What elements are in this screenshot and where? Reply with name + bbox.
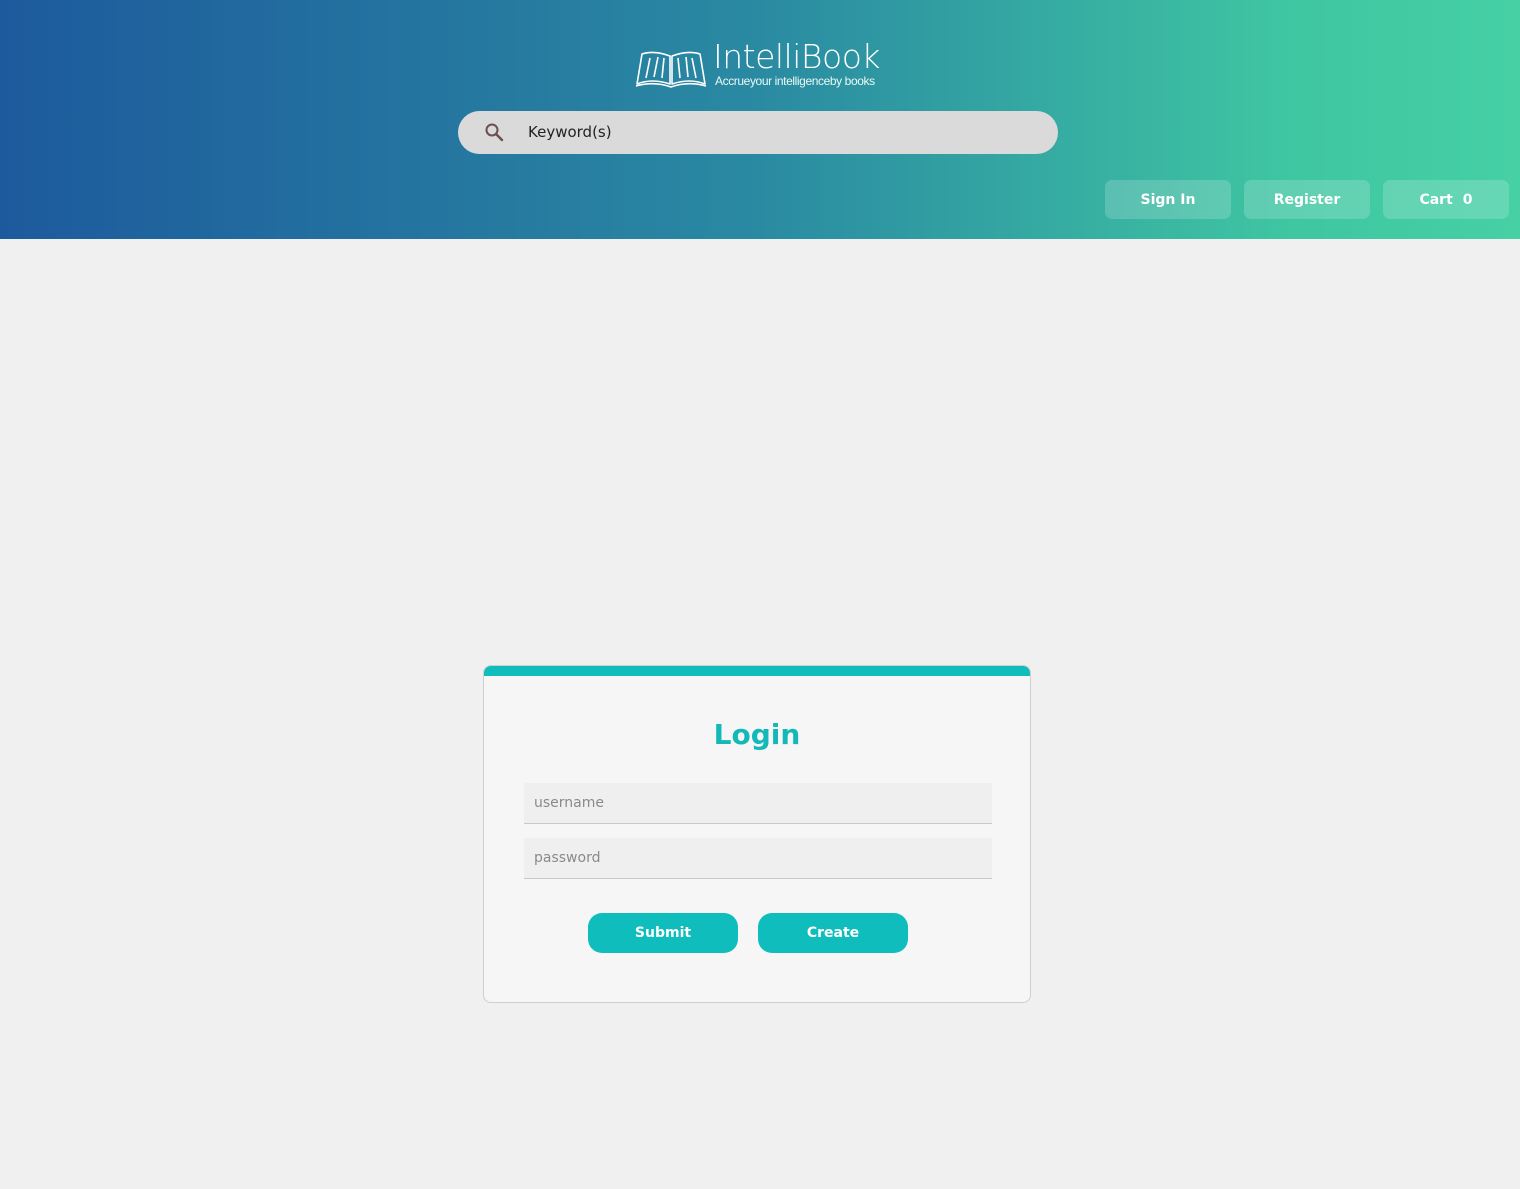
login-card-accent-bar	[484, 666, 1030, 676]
brand-name: IntelliBook	[713, 37, 881, 76]
login-card: Login Submit Create	[483, 665, 1031, 1003]
username-field[interactable]	[524, 783, 992, 824]
cart-count: 0	[1462, 191, 1473, 208]
password-field[interactable]	[524, 838, 992, 879]
register-button[interactable]: Register	[1244, 180, 1370, 219]
site-header: IntelliBook Accrueyour intelligenceby bo…	[0, 0, 1520, 239]
cart-button[interactable]: Cart 0	[1383, 180, 1509, 219]
search-input[interactable]: Keyword(s)	[528, 123, 612, 141]
login-title: Login	[713, 718, 801, 751]
brand-logo[interactable]: IntelliBook Accrueyour intelligenceby bo…	[634, 38, 886, 92]
submit-button[interactable]: Submit	[588, 913, 738, 953]
sign-in-button[interactable]: Sign In	[1105, 180, 1231, 219]
cart-label: Cart	[1419, 191, 1453, 208]
create-account-button[interactable]: Create	[758, 913, 908, 953]
brand-tagline: Accrueyour intelligenceby books	[715, 74, 875, 88]
search-icon[interactable]	[484, 122, 504, 142]
book-logo-icon	[635, 51, 707, 88]
search-bar[interactable]: Keyword(s)	[458, 111, 1058, 154]
